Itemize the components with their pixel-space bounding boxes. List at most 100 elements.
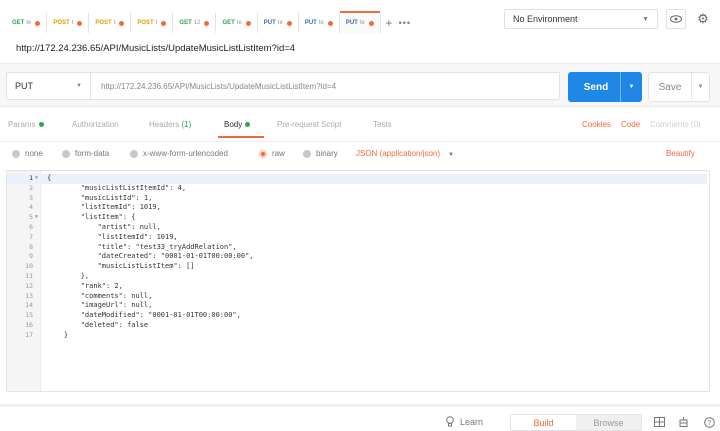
tab-method: GET [12,20,25,26]
fold-arrow-icon[interactable]: ▼ [35,174,38,184]
headers-count-badge: (1) [181,120,192,129]
code-text: }, [47,272,90,280]
pane-divider[interactable] [0,404,720,407]
line-number: 1 [29,174,33,182]
save-button-label: Save [658,81,682,93]
radio-circle-icon [130,149,138,158]
build-mode-button[interactable]: Build [511,415,576,430]
line-number: 12 [25,281,33,290]
environment-select[interactable]: No Environment ▼ [504,9,658,29]
line-number: 6 [29,223,33,231]
code-line: 12 "rank": 2, [7,282,707,292]
code-text: "title": "test33_tryAddRelation", [47,242,237,251]
code-text: "musicListId": 1, [47,193,153,202]
radio-circle-icon [303,149,311,158]
request-tab[interactable]: GET 12 [173,13,217,33]
code-link[interactable]: Code [621,120,640,129]
active-tab-indicator [218,136,264,138]
request-tab[interactable]: POST t [47,13,90,33]
learn-link[interactable]: Learn [446,416,483,427]
code-text: "listItemId": 1019, [47,203,161,212]
code-text: "dateModified": "0001-01-01T00:00:00", [47,311,241,320]
url-input[interactable] [90,72,560,100]
request-tab[interactable]: PUT te [339,11,381,33]
tab-method: POST [53,20,70,26]
unsaved-dot-icon [245,20,251,26]
line-number: 15 [25,311,33,320]
request-tab[interactable]: GET te [6,13,48,33]
tab-prerequest-script[interactable]: Pre-request Script [277,120,341,129]
line-number: 4 [29,203,33,212]
line-number: 3 [29,193,33,202]
chevron-down-icon[interactable]: ▼ [620,72,642,102]
mode-toggle: Build Browse [510,414,642,431]
unsaved-dot-icon [35,20,41,26]
unsaved-dot-icon [77,20,83,26]
radio-none-label: none [25,149,43,158]
learn-label: Learn [460,416,484,427]
code-text: "listItemId": 1019, [47,232,178,241]
cookies-link[interactable]: Cookies [582,120,611,129]
tab-label: te [236,20,242,26]
radio-form-data-label: form-data [75,149,110,158]
request-tab[interactable]: GET te [216,13,258,33]
body-format-select[interactable]: JSON (application/json) ▼ [356,149,454,158]
radio-binary[interactable]: binary [303,149,338,158]
tab-params[interactable]: Params [8,120,44,129]
unsaved-dot-icon [204,20,210,26]
tab-label: 12 [193,20,201,26]
body-editor[interactable]: 1 ▼{2 "musicListListItemId": 4, 3 "musicLi… [6,170,710,392]
code-text: "imageUrl": null, [47,301,153,310]
help-icon[interactable]: ? [702,416,716,428]
tab-label: te [26,20,32,26]
body-type-row: none form-data x-www-form-urlencoded raw… [0,141,720,165]
tab-body[interactable]: Body [224,120,251,129]
line-number: 2 [29,183,33,192]
code-line: 1 ▼ { [7,174,707,184]
method-select[interactable]: PUT ▼ [6,72,90,100]
new-tab-plus-icon[interactable]: + [381,13,397,33]
chevron-down-icon: ▼ [448,152,454,158]
radio-form-data[interactable]: form-data [62,149,109,158]
chevron-down-icon: ▼ [642,15,649,23]
code-text: "musicListListItem": [] [47,262,195,271]
unsaved-dot-icon [327,20,333,26]
code-line: 7 "listItemId": 1019, [7,233,707,243]
tab-tests[interactable]: Tests [373,120,392,129]
bootcamp-icon[interactable] [676,416,690,428]
line-number: 16 [25,321,33,329]
comments-link[interactable]: Comments (0) [650,120,701,129]
send-button-label: Send [583,81,609,93]
request-tab[interactable]: PUT te [258,13,299,33]
tab-headers[interactable]: Headers (1) [149,120,191,129]
code-line: 15 "dateModified": "0001-01-01T00:00:00"… [7,311,707,321]
request-tab[interactable]: POST t [89,13,132,33]
send-button[interactable]: Send ▼ [568,72,642,102]
radio-urlencoded-label: x-www-form-urlencoded [143,149,228,158]
two-pane-view-icon[interactable] [652,416,666,428]
radio-none[interactable]: none [12,149,43,158]
tab-method: PUT [263,20,276,26]
request-tab[interactable]: POST t [131,13,174,33]
tab-label: t [113,20,116,26]
code-text: { [47,174,52,182]
code-text: } [47,330,69,339]
save-button[interactable]: Save ▼ [648,72,710,102]
radio-raw[interactable]: raw [259,149,285,158]
tab-method: PUT [304,20,317,26]
gear-icon[interactable]: ⚙ [692,9,714,29]
beautify-link[interactable]: Beautify [666,149,695,158]
more-tabs-ellipsis-icon[interactable]: ••• [397,13,413,33]
tab-label: te [359,20,365,26]
request-tab[interactable]: PUT te [299,13,340,33]
radio-circle-icon [12,149,20,158]
code-text: "dateCreated": "0001-01-01T00:00:00", [47,252,254,261]
tab-label: te [318,20,324,26]
chevron-down-icon[interactable]: ▼ [691,73,709,101]
radio-urlencoded[interactable]: x-www-form-urlencoded [130,149,228,158]
browse-mode-button[interactable]: Browse [576,415,641,430]
code-text: "comments": null, [47,291,153,300]
tab-authorization[interactable]: Authorization [72,120,119,129]
eye-icon[interactable] [666,9,686,29]
fold-arrow-icon[interactable]: ▼ [35,213,38,223]
